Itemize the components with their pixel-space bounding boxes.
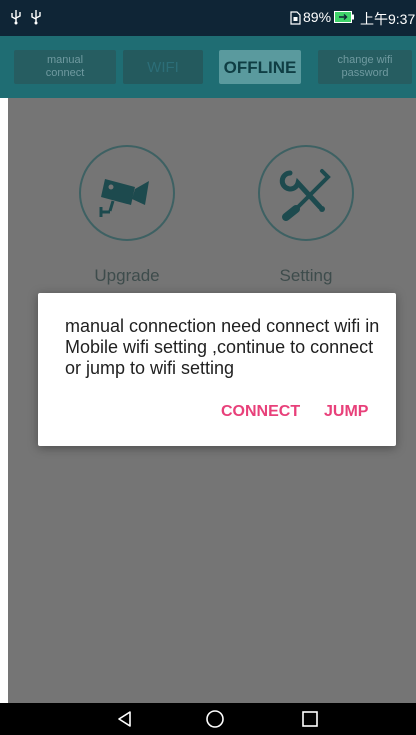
usb-icon [11,10,21,25]
setting-label: Setting [279,266,333,285]
usb-icon [31,10,41,25]
connect-button[interactable]: CONNECT [221,403,300,421]
dialog-message: manual connection need connect wifi in M… [65,316,380,378]
tools-icon [279,169,331,221]
jump-button[interactable]: JUMP [324,403,368,421]
offline-button[interactable]: OFFLINE [219,50,301,84]
navigation-bar [0,703,416,735]
back-icon[interactable] [115,709,135,729]
upgrade-button[interactable] [79,145,175,241]
wifi-button[interactable]: WIFI [123,50,203,84]
screen: 89% 上午9:37 manual connect WIFI OFFLINE c… [0,0,416,735]
manual-connect-button[interactable]: manual connect [14,50,116,84]
battery-percent: 89% [303,9,332,25]
connection-dialog: manual connection need connect wifi in M… [38,293,396,446]
battery-charging-icon [334,11,354,23]
clock: 上午9:37 [360,11,416,27]
sim-card-icon [290,11,301,25]
setting-button[interactable] [258,145,354,241]
upgrade-label: Upgrade [94,266,160,285]
app-header: manual connect WIFI OFFLINE change wifi … [0,36,416,98]
home-icon[interactable] [205,709,225,729]
status-bar: 89% 上午9:37 [0,0,416,36]
recents-icon[interactable] [300,709,320,729]
change-wifi-password-button[interactable]: change wifi password [318,50,412,84]
camera-icon [99,179,149,217]
